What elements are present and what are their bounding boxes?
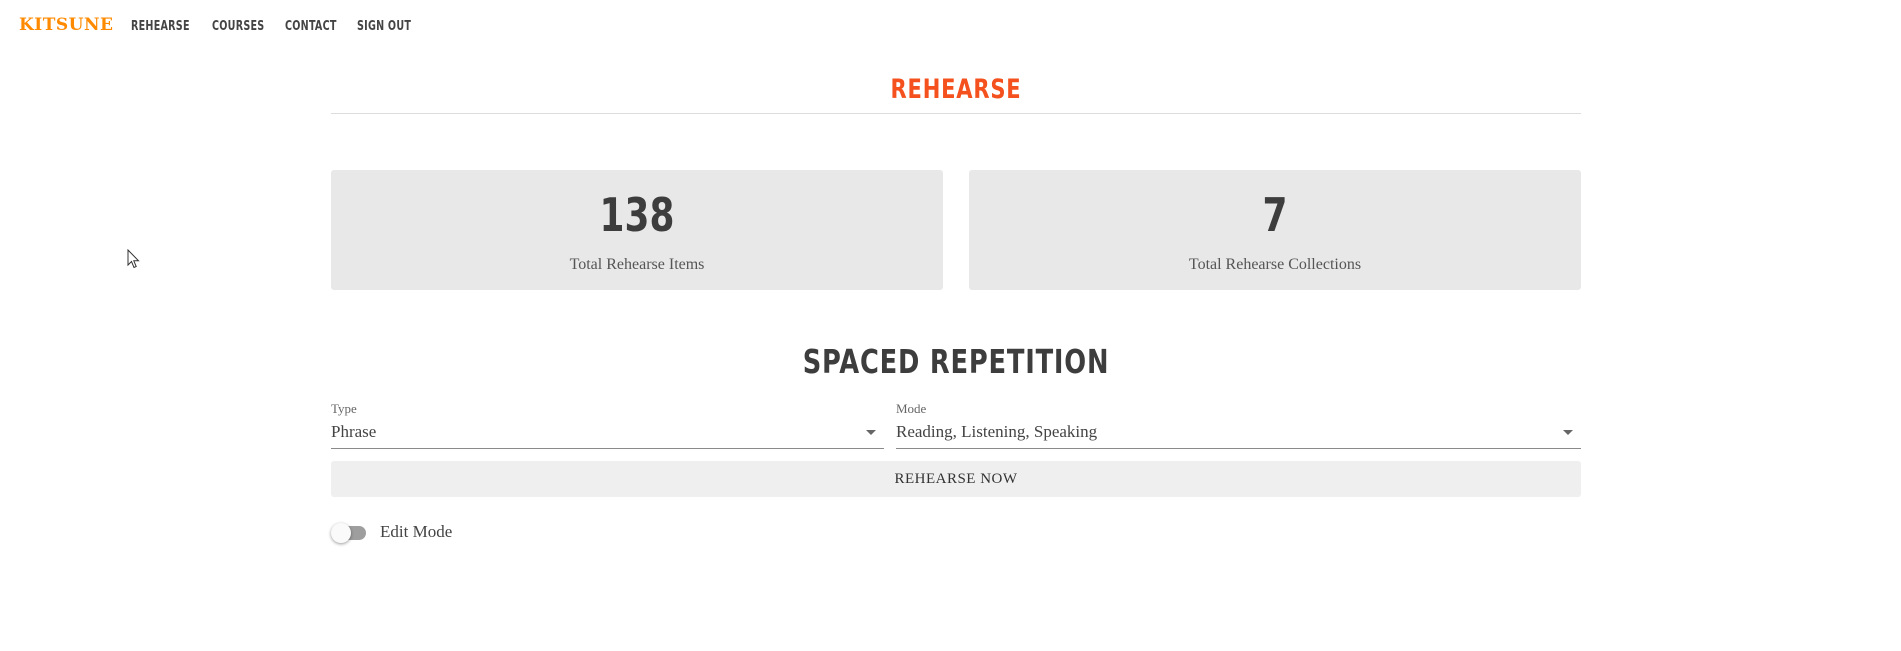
edit-mode-label: Edit Mode: [380, 522, 453, 541]
edit-mode-toggle[interactable]: Edit Mode: [331, 520, 531, 544]
toggle-thumb[interactable]: [331, 523, 351, 543]
field-underline: [896, 448, 1581, 449]
mode-select-label: Mode: [896, 401, 927, 416]
type-select[interactable]: Type Phrase: [331, 400, 884, 450]
nav-link-contact[interactable]: CONTACT: [285, 19, 337, 34]
chevron-down-icon: [1563, 430, 1573, 435]
page-title: REHEARSE: [890, 74, 1022, 105]
field-underline: [331, 448, 884, 449]
stat-card-total-collections: 7 Total Rehearse Collections: [969, 170, 1581, 290]
stat-label: Total Rehearse Collections: [1188, 256, 1362, 273]
section-title-spaced-repetition: SPACED REPETITION: [802, 342, 1110, 381]
mode-select-value: Reading, Listening, Speaking: [896, 422, 1098, 441]
nav-link-sign-out[interactable]: SIGN OUT: [357, 19, 411, 34]
rehearse-now-button[interactable]: REHEARSE NOW: [331, 461, 1581, 497]
top-navbar: KITSUNE REHEARSE COURSES CONTACT SIGN OU…: [0, 0, 1901, 54]
type-select-value: Phrase: [331, 422, 377, 441]
chevron-down-icon: [866, 430, 876, 435]
nav-link-courses[interactable]: COURSES: [212, 19, 264, 34]
title-divider: [331, 113, 1581, 114]
stat-card-total-items: 138 Total Rehearse Items: [331, 170, 943, 290]
stat-value: 138: [599, 188, 675, 242]
brand-logo[interactable]: KITSUNE: [19, 15, 113, 35]
nav-links: REHEARSE COURSES CONTACT SIGN OUT: [131, 19, 415, 34]
mode-select[interactable]: Mode Reading, Listening, Speaking: [896, 400, 1581, 450]
stat-label: Total Rehearse Items: [569, 256, 705, 273]
stat-value: 7: [1262, 188, 1288, 242]
mouse-cursor-icon: [127, 249, 140, 269]
nav-link-rehearse[interactable]: REHEARSE: [131, 19, 190, 34]
type-select-label: Type: [331, 401, 357, 416]
